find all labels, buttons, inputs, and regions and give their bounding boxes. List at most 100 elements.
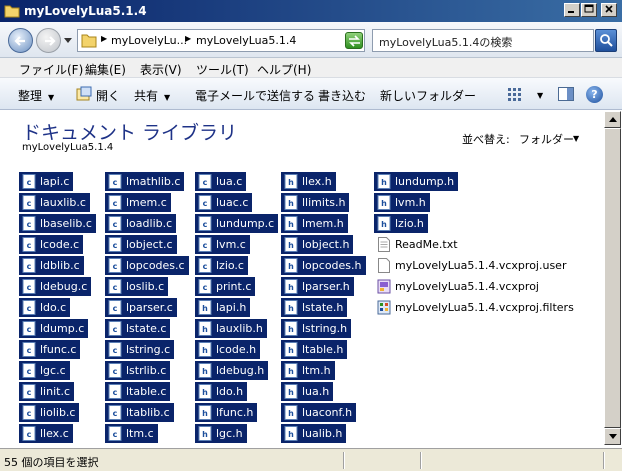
- file-item[interactable]: c loadlib.c: [105, 214, 177, 233]
- menu-help[interactable]: ヘルプ(H): [257, 61, 311, 78]
- file-item[interactable]: h lstate.h: [281, 298, 348, 317]
- file-item[interactable]: c ldo.c: [19, 298, 71, 317]
- svg-text:h: h: [202, 346, 208, 355]
- file-item[interactable]: h lparser.h: [281, 277, 354, 296]
- file-item[interactable]: h lualib.h: [281, 424, 347, 443]
- breadcrumb-parent[interactable]: myLovelyLu...: [111, 34, 187, 47]
- scroll-thumb[interactable]: [604, 128, 621, 428]
- file-item[interactable]: c lua.c: [195, 172, 247, 191]
- menu-view[interactable]: 表示(V): [140, 61, 182, 78]
- file-item[interactable]: h ldo.h: [195, 382, 248, 401]
- file-item[interactable]: c linit.c: [19, 382, 74, 401]
- file-item[interactable]: h luaconf.h: [281, 403, 357, 422]
- menu-edit[interactable]: 編集(E): [85, 61, 126, 78]
- vertical-scrollbar[interactable]: [604, 111, 621, 445]
- file-item[interactable]: h lundump.h: [374, 172, 459, 191]
- file-item[interactable]: h ltable.h: [281, 340, 348, 359]
- file-item[interactable]: h lua.h: [281, 382, 334, 401]
- file-item[interactable]: c ldblib.c: [19, 256, 84, 275]
- minimize-button[interactable]: [564, 3, 580, 17]
- file-item[interactable]: c lstrlib.c: [105, 361, 171, 380]
- file-item[interactable]: myLovelyLua5.1.4.vcxproj.user: [374, 256, 566, 275]
- file-item[interactable]: c print.c: [195, 277, 256, 296]
- file-item[interactable]: h ldebug.h: [195, 361, 269, 380]
- file-item[interactable]: c lgc.c: [19, 361, 70, 380]
- file-item[interactable]: c lbaselib.c: [19, 214, 96, 233]
- search-button[interactable]: [595, 29, 617, 52]
- file-name: lcode.h: [216, 343, 257, 356]
- file-item[interactable]: c lapi.c: [19, 172, 74, 191]
- sort-dropdown[interactable]: フォルダー: [519, 131, 574, 147]
- file-item[interactable]: c lstring.c: [105, 340, 175, 359]
- recent-pages-dropdown-icon[interactable]: [64, 38, 72, 44]
- chevron-down-icon[interactable]: ▼: [573, 134, 579, 143]
- file-item[interactable]: c lzio.c: [195, 256, 248, 275]
- file-item[interactable]: myLovelyLua5.1.4.vcxproj: [374, 277, 539, 296]
- file-item[interactable]: c lvm.c: [195, 235, 250, 254]
- file-item[interactable]: myLovelyLua5.1.4.vcxproj.filters: [374, 298, 574, 317]
- share-label: 共有: [134, 89, 159, 103]
- open-button[interactable]: 開く: [96, 87, 120, 104]
- breadcrumb-current[interactable]: myLovelyLua5.1.4: [196, 34, 296, 47]
- chevron-right-icon[interactable]: ▶: [185, 34, 191, 43]
- forward-button[interactable]: [36, 28, 61, 53]
- close-button[interactable]: [601, 3, 617, 17]
- file-item[interactable]: h lauxlib.h: [195, 319, 267, 338]
- arrow-left-icon: [14, 36, 25, 46]
- file-item[interactable]: c loslib.c: [105, 277, 169, 296]
- file-item[interactable]: c lfunc.c: [19, 340, 81, 359]
- file-item[interactable]: c lparser.c: [105, 298, 177, 317]
- view-options-icon[interactable]: [508, 88, 522, 101]
- burn-button[interactable]: 書き込む: [318, 87, 366, 104]
- maximize-button[interactable]: [581, 3, 597, 17]
- scroll-up-button[interactable]: [604, 111, 621, 128]
- file-item[interactable]: c lmem.c: [105, 193, 171, 212]
- view-dropdown-icon[interactable]: ▼: [537, 91, 543, 100]
- file-item[interactable]: h lvm.h: [374, 193, 430, 212]
- file-item[interactable]: c ltm.c: [105, 424, 158, 443]
- file-item[interactable]: c lobject.c: [105, 235, 177, 254]
- file-item[interactable]: h lapi.h: [195, 298, 251, 317]
- file-item[interactable]: c lcode.c: [19, 235, 84, 254]
- file-item[interactable]: h lstring.h: [281, 319, 352, 338]
- file-item[interactable]: c liolib.c: [19, 403, 80, 422]
- menu-tools[interactable]: ツール(T): [196, 61, 249, 78]
- file-item[interactable]: c ltable.c: [105, 382, 171, 401]
- new-folder-button[interactable]: 新しいフォルダー: [380, 87, 476, 104]
- file-item[interactable]: c ltablib.c: [105, 403, 174, 422]
- search-input[interactable]: myLovelyLua5.1.4の検索: [372, 29, 594, 52]
- file-item[interactable]: c luac.c: [195, 193, 253, 212]
- scroll-down-button[interactable]: [604, 428, 621, 445]
- back-button[interactable]: [8, 28, 33, 53]
- file-item[interactable]: c llex.c: [19, 424, 73, 443]
- email-button[interactable]: 電子メールで送信する: [195, 87, 315, 104]
- file-item[interactable]: h lobject.h: [281, 235, 354, 254]
- organize-button[interactable]: 整理 ▼: [18, 87, 54, 104]
- file-item[interactable]: h lopcodes.h: [281, 256, 366, 275]
- address-bar[interactable]: ▶ myLovelyLu... ▶ myLovelyLua5.1.4 ▼: [77, 29, 365, 52]
- file-item[interactable]: h lgc.h: [195, 424, 247, 443]
- file-item[interactable]: h llimits.h: [281, 193, 350, 212]
- open-label: 開く: [96, 89, 121, 103]
- refresh-button[interactable]: [345, 32, 363, 49]
- file-item[interactable]: h lmem.h: [281, 214, 348, 233]
- file-item[interactable]: c lundump.c: [195, 214, 279, 233]
- file-item[interactable]: h lzio.h: [374, 214, 428, 233]
- file-item[interactable]: c ldump.c: [19, 319, 89, 338]
- title-bar[interactable]: myLovelyLua5.1.4: [0, 0, 622, 22]
- file-item[interactable]: h ltm.h: [281, 361, 335, 380]
- file-item[interactable]: c lstate.c: [105, 319, 171, 338]
- file-item[interactable]: c lmathlib.c: [105, 172, 185, 191]
- file-item[interactable]: c ldebug.c: [19, 277, 92, 296]
- help-icon[interactable]: ?: [586, 86, 603, 103]
- file-item[interactable]: ReadMe.txt: [374, 235, 458, 254]
- file-item[interactable]: h lcode.h: [195, 340, 261, 359]
- file-item[interactable]: h llex.h: [281, 172, 336, 191]
- chevron-right-icon[interactable]: ▶: [101, 34, 107, 43]
- preview-pane-icon[interactable]: [558, 87, 574, 101]
- file-item[interactable]: c lopcodes.c: [105, 256, 189, 275]
- file-item[interactable]: c lauxlib.c: [19, 193, 90, 212]
- share-button[interactable]: 共有 ▼: [134, 87, 170, 104]
- file-item[interactable]: h lfunc.h: [195, 403, 258, 422]
- menu-file[interactable]: ファイル(F): [19, 61, 83, 78]
